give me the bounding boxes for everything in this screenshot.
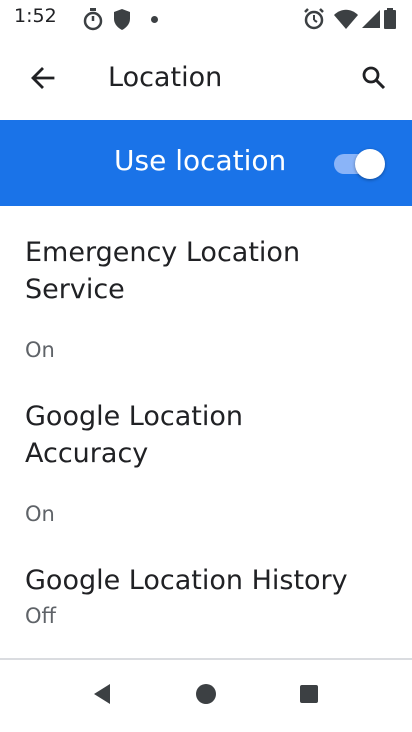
item-summary: On <box>25 502 55 526</box>
page-title: Location <box>108 62 223 93</box>
nav-recents-button[interactable] <box>293 680 325 712</box>
battery-icon <box>383 6 397 36</box>
wifi-icon <box>333 6 359 36</box>
list-item-emergency-location-service[interactable]: Emergency Location Service On <box>0 230 412 370</box>
use-location-label: Use location <box>114 144 287 177</box>
home-circle-icon <box>194 682 218 710</box>
toggle-thumb <box>355 149 385 179</box>
status-bar: 1:52 <box>0 0 412 40</box>
item-title: Emergency Location Service <box>25 237 301 305</box>
cell-signal-icon <box>360 6 382 36</box>
search-button[interactable] <box>352 58 396 102</box>
item-summary: On <box>25 338 55 362</box>
nav-back-button[interactable] <box>86 680 118 712</box>
app-bar: Location <box>0 40 412 118</box>
nav-home-button[interactable] <box>190 680 222 712</box>
timer-icon <box>82 6 104 36</box>
back-button[interactable] <box>22 60 62 100</box>
item-title: Google Location Accuracy <box>25 401 243 469</box>
recents-square-icon <box>297 682 321 710</box>
back-triangle-icon <box>90 681 114 711</box>
item-title: Google Location History <box>25 565 348 596</box>
list-item-google-location-history[interactable]: Google Location History Off <box>0 558 412 658</box>
status-time: 1:52 <box>14 5 57 27</box>
use-location-toggle[interactable] <box>334 149 386 179</box>
alarm-icon <box>302 6 326 36</box>
navigation-bar <box>0 660 412 732</box>
shield-icon <box>112 6 132 36</box>
search-icon <box>361 65 387 95</box>
arrow-back-icon <box>29 65 55 95</box>
item-summary: Off <box>25 604 56 628</box>
list-item-google-location-accuracy[interactable]: Google Location Accuracy On <box>0 394 412 534</box>
location-settings-list: Emergency Location Service On Google Loc… <box>0 206 412 658</box>
notification-dot-icon <box>151 16 158 23</box>
use-location-switch-bar[interactable]: Use location <box>0 120 412 206</box>
